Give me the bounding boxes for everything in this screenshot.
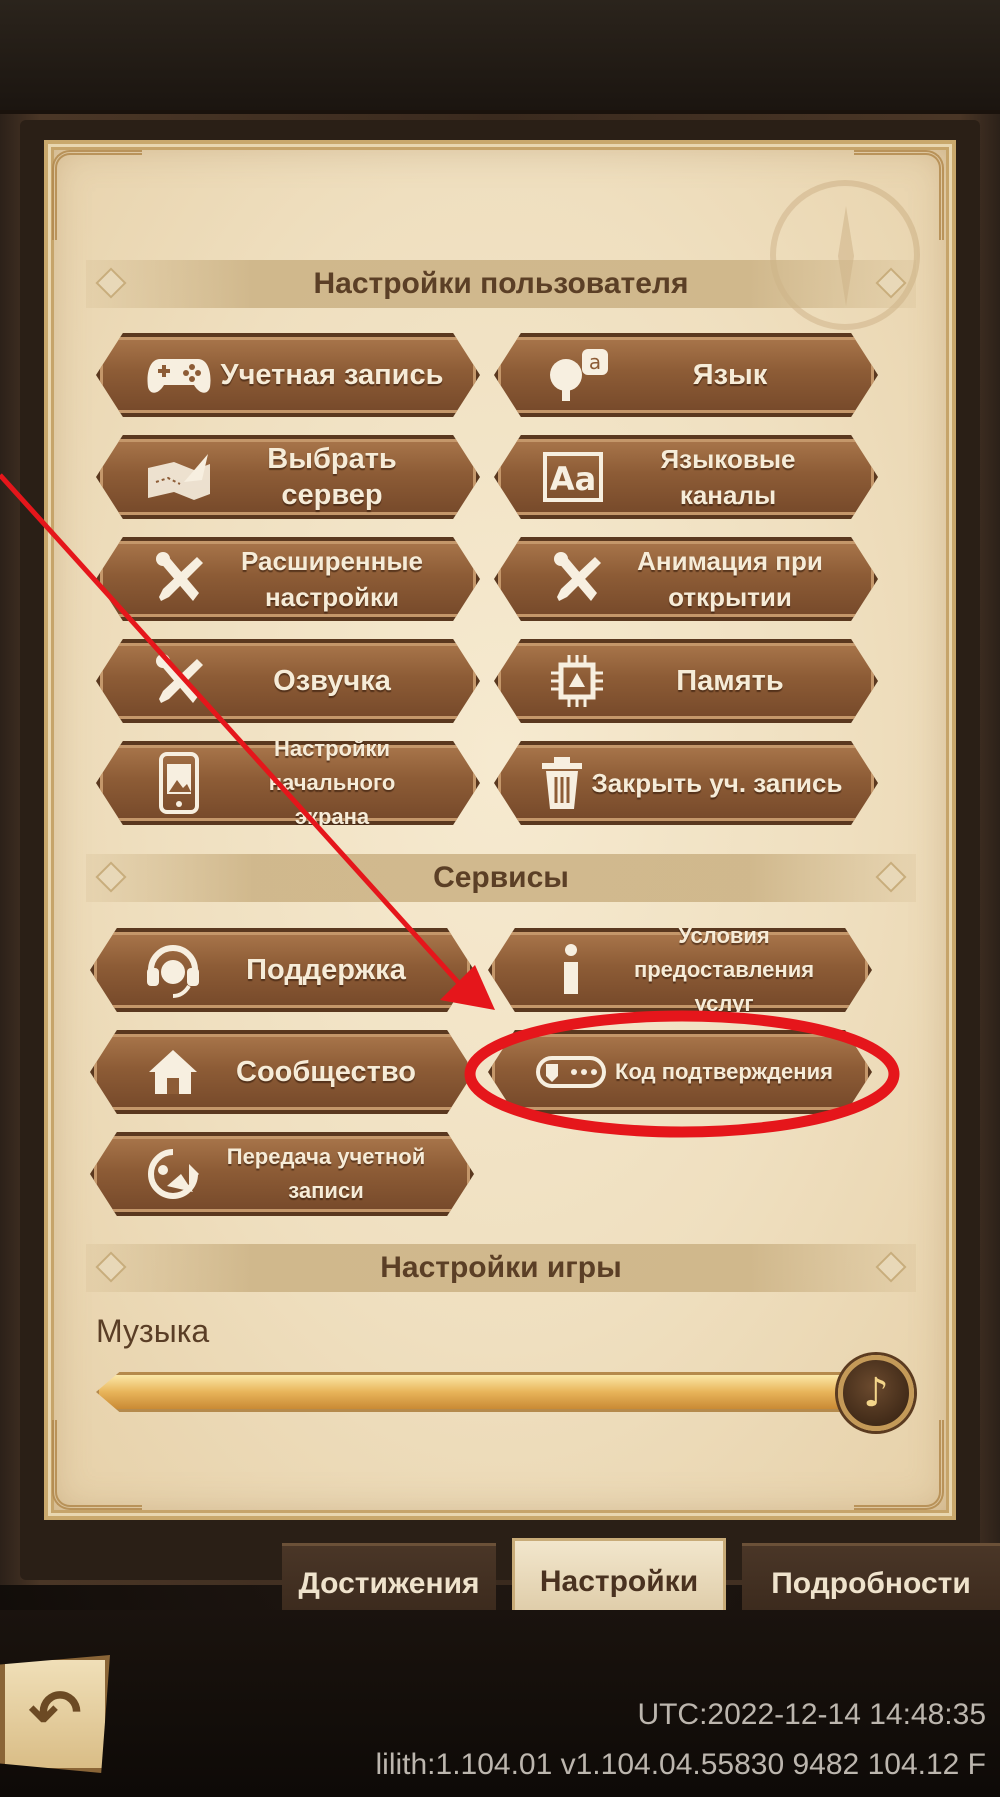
diamond-ornament-icon (95, 861, 127, 893)
advanced-settings-label: Расширенные настройки (241, 546, 423, 612)
account-transfer-label: Передача учетной записи (226, 1144, 426, 1203)
verification-code-button[interactable]: Код подтверждения (488, 1030, 872, 1114)
tab-label: Настройки (539, 1565, 699, 1598)
opening-animation-label: Анимация при открытии (637, 546, 823, 612)
corner-ornament (854, 1420, 944, 1510)
aa-icon: Aa (534, 452, 612, 502)
diamond-ornament-icon (875, 861, 907, 893)
section-header-game-settings: Настройки игры (86, 1244, 916, 1292)
tools-icon (140, 653, 218, 709)
section-header-services: Сервисы (86, 854, 916, 902)
music-volume-slider[interactable] (96, 1372, 876, 1412)
language-channels-label: Языковые каналы (660, 444, 796, 510)
memory-button[interactable]: Память (494, 639, 878, 723)
info-icon (532, 942, 610, 998)
trash-icon (534, 755, 590, 811)
utc-timestamp: UTC:2022-12-14 14:48:35 (637, 1698, 986, 1731)
diamond-ornament-icon (95, 267, 127, 299)
svg-text:a: a (589, 350, 601, 374)
verification-code-label: Код подтверждения (615, 1059, 833, 1084)
music-note-icon: ♪ (863, 1370, 889, 1416)
voice-label: Озвучка (273, 665, 391, 697)
tab-label: Достижения (298, 1566, 480, 1600)
back-arrow-icon: ↶ (28, 1677, 82, 1751)
music-label: Музыка (96, 1313, 210, 1349)
headset-icon (134, 940, 212, 1000)
community-button[interactable]: Сообщество (90, 1030, 474, 1114)
terms-of-service-label: Условия предоставления услуг (633, 923, 815, 1016)
section-header-user-settings: Настройки пользователя (86, 260, 916, 308)
version-info: lilith:1.104.01 v1.104.04.55830 9482 104… (375, 1748, 987, 1781)
opening-animation-button[interactable]: Анимация при открытии (494, 537, 878, 621)
phone-image-icon (140, 752, 218, 814)
tools-icon (140, 551, 218, 607)
select-server-button[interactable]: Выбрать сервер (96, 435, 480, 519)
section-title: Настройки игры (380, 1251, 622, 1284)
language-button-label: Язык (692, 359, 768, 391)
music-slider-knob[interactable]: ♪ (838, 1355, 914, 1431)
tab-label: Подробности (771, 1566, 971, 1600)
account-button-label: Учетная запись (220, 359, 444, 391)
tools-icon (538, 551, 616, 607)
language-icon: a (538, 347, 616, 403)
account-transfer-button[interactable]: Передача учетной записи (90, 1132, 474, 1216)
home-screen-settings-label: Настройки начального экрана (268, 736, 396, 829)
memory-label: Память (676, 665, 784, 697)
back-button[interactable]: ↶ (0, 1655, 110, 1773)
support-label: Поддержка (246, 954, 406, 986)
voice-button[interactable]: Озвучка (96, 639, 480, 723)
section-title: Настройки пользователя (313, 267, 689, 300)
section-title: Сервисы (433, 861, 569, 894)
advanced-settings-button[interactable]: Расширенные настройки (96, 537, 480, 621)
chip-icon (538, 653, 616, 709)
support-button[interactable]: Поддержка (90, 928, 474, 1012)
diamond-ornament-icon (875, 267, 907, 299)
terms-of-service-button[interactable]: Условия предоставления услуг (488, 928, 872, 1012)
gamepad-icon (140, 353, 218, 397)
home-screen-settings-button[interactable]: Настройки начального экрана (96, 741, 480, 825)
diamond-ornament-icon (95, 1251, 127, 1283)
corner-ornament (52, 1420, 142, 1510)
close-account-button[interactable]: Закрыть уч. запись (494, 741, 878, 825)
language-button[interactable]: a Язык (494, 333, 878, 417)
svg-text:Aa: Aa (550, 460, 596, 498)
select-server-label: Выбрать сервер (267, 443, 397, 511)
account-button[interactable]: Учетная запись (96, 333, 480, 417)
diamond-ornament-icon (875, 1251, 907, 1283)
transfer-icon (134, 1146, 212, 1202)
community-label: Сообщество (236, 1056, 416, 1088)
map-quill-icon (140, 452, 218, 502)
corner-ornament (52, 150, 142, 240)
key-icon (532, 1054, 610, 1090)
background-top (0, 0, 1000, 110)
language-channels-button[interactable]: Aa Языковые каналы (494, 435, 878, 519)
close-account-label: Закрыть уч. запись (591, 768, 843, 798)
home-icon (134, 1048, 212, 1096)
